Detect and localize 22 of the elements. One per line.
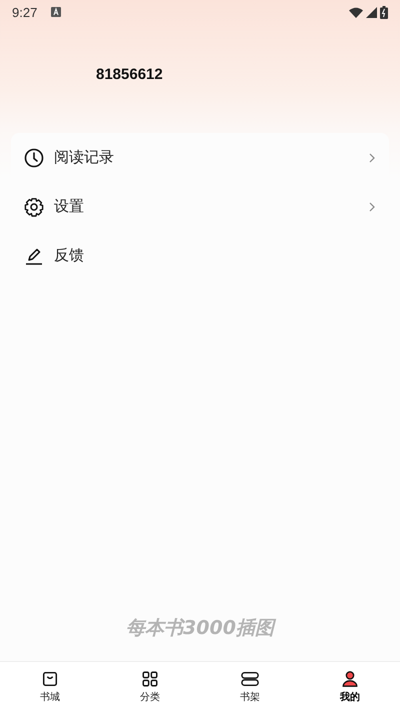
chevron-icon xyxy=(369,202,375,212)
bag-icon xyxy=(41,670,59,688)
nav-tab[interactable]: 书城 xyxy=(0,662,100,712)
book-icon xyxy=(241,670,259,688)
menu-item[interactable]: 反馈 xyxy=(24,231,389,280)
menu-item[interactable]: 阅读记录 xyxy=(24,133,389,182)
nav-tab[interactable]: 书架 xyxy=(200,662,300,712)
clock-icon xyxy=(24,148,44,168)
user-id: 81856612 xyxy=(96,66,163,83)
battery-icon xyxy=(380,6,388,18)
menu-item[interactable]: 设置 xyxy=(24,182,389,231)
nav-tab[interactable]: 分类 xyxy=(100,662,200,712)
notification-icon xyxy=(51,7,62,17)
person-icon xyxy=(341,670,359,688)
grid-icon xyxy=(141,670,159,688)
settings-icon xyxy=(24,196,44,216)
chevron-icon xyxy=(369,152,375,162)
slogan: 每本书3000插图 xyxy=(126,617,274,639)
wifi-icon xyxy=(349,6,363,18)
signal-icon xyxy=(366,6,377,18)
nav-tab[interactable]: 我的 xyxy=(300,662,400,712)
status-time: 9:27 xyxy=(12,4,38,20)
